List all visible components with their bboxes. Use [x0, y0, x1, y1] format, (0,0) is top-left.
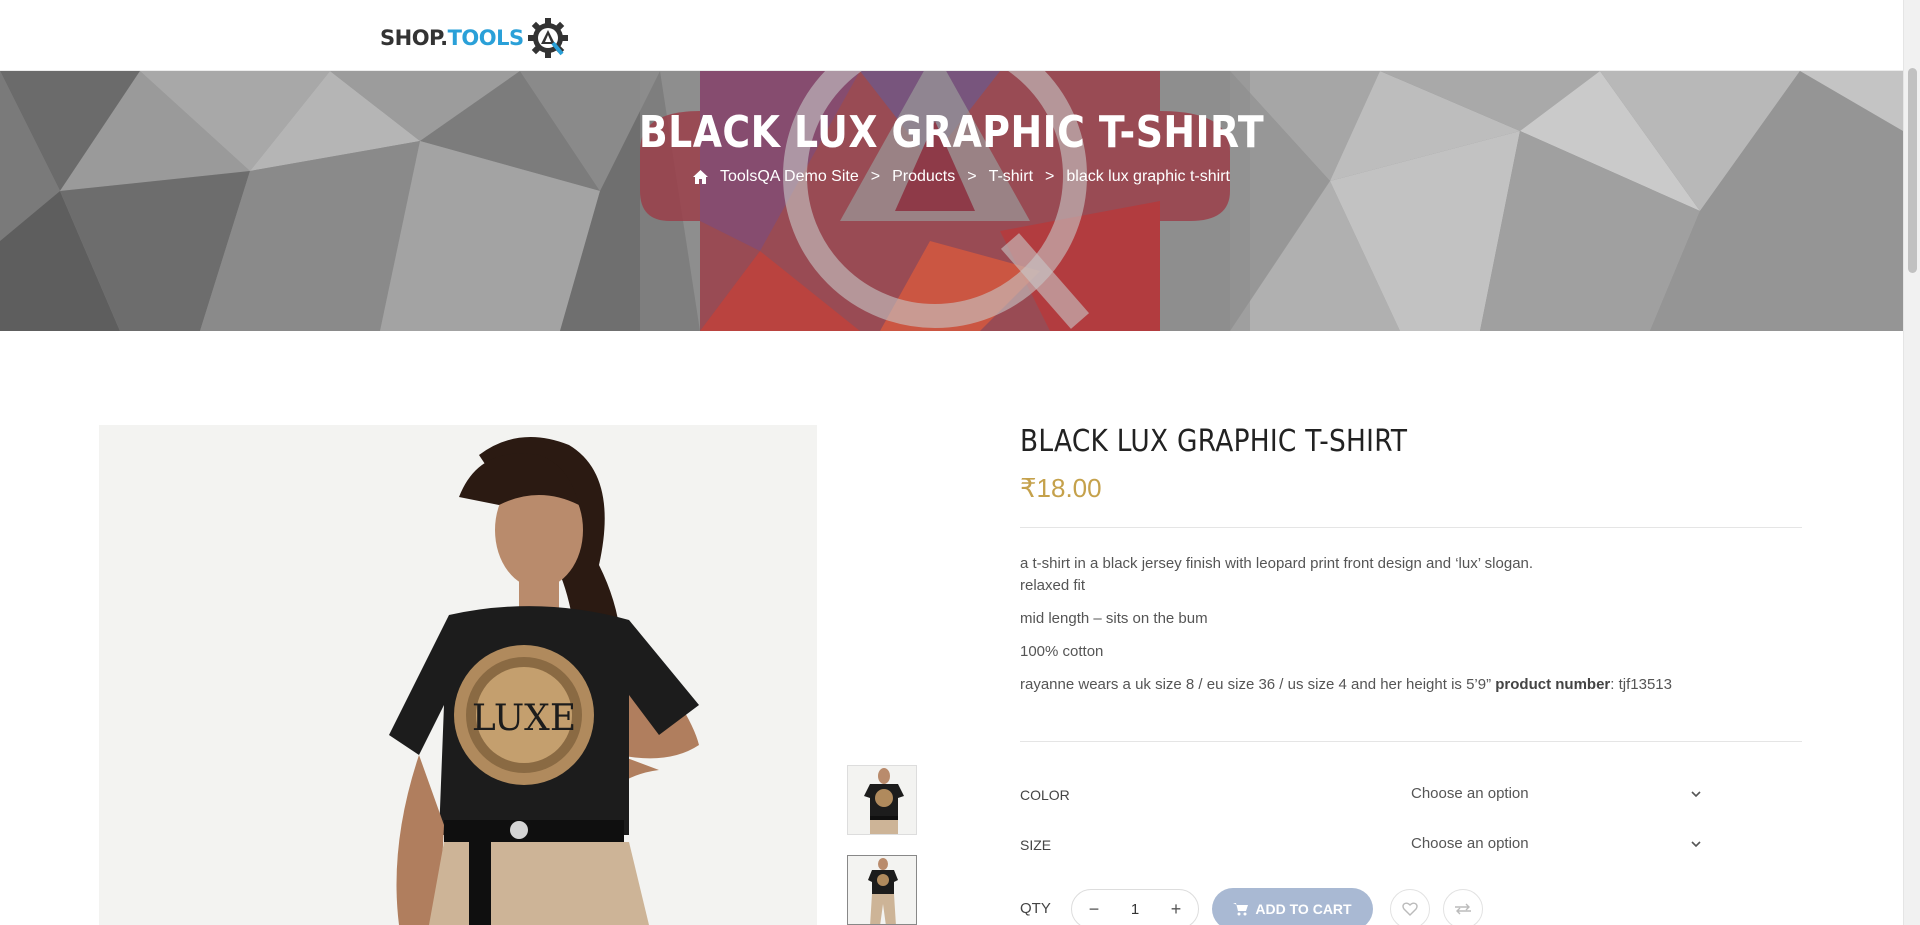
color-label: COLOR: [1020, 787, 1070, 803]
logo-text: SHOP.TOOLS: [380, 26, 524, 50]
breadcrumb-tshirt-link[interactable]: T-shirt: [989, 168, 1033, 186]
logo-text-accent: TOOLS: [447, 26, 525, 50]
qty-label: QTY: [1020, 900, 1051, 917]
chevron-down-icon: [1691, 840, 1701, 847]
add-to-cart-button[interactable]: ADD TO CART: [1212, 888, 1373, 925]
gear-logo-icon: [527, 18, 568, 58]
svg-text:LUXE: LUXE: [472, 698, 576, 739]
hero-title: BLACK LUX GRAPHIC T-SHIRT: [638, 107, 1265, 158]
chevron-down-icon: [1691, 790, 1701, 797]
site-header: SHOP.TOOLS: [0, 0, 1903, 71]
divider: [1020, 741, 1802, 742]
qty-increase-button[interactable]: +: [1168, 899, 1184, 920]
product-thumbnail[interactable]: [847, 855, 917, 925]
color-select[interactable]: Choose an option: [1411, 785, 1702, 802]
product-number-label: product number: [1495, 676, 1611, 693]
description-line: rayanne wears a uk size 8 / eu size 36 /…: [1020, 674, 1810, 696]
description-line: a t-shirt in a black jersey finish with …: [1020, 555, 1534, 572]
compare-button[interactable]: [1443, 889, 1483, 925]
product-thumbnail[interactable]: [847, 765, 917, 835]
compare-icon: [1455, 903, 1471, 915]
description-line: relaxed fit: [1020, 577, 1086, 594]
logo-text-main: SHOP.: [380, 26, 448, 50]
breadcrumb-home-link[interactable]: ToolsQA Demo Site: [720, 168, 859, 186]
description-line: mid length – sits on the bum: [1020, 610, 1208, 627]
description-line: 100% cotton: [1020, 643, 1104, 660]
product-main-image[interactable]: LUXE: [99, 425, 817, 925]
color-select-value: Choose an option: [1411, 785, 1529, 802]
product-photo: LUXE: [99, 425, 817, 925]
breadcrumb: ToolsQA Demo Site > Products > T-shirt >…: [692, 168, 1230, 186]
page-scrollbar[interactable]: [1903, 0, 1920, 925]
qty-decrease-button[interactable]: −: [1086, 899, 1102, 920]
breadcrumb-current: black lux graphic t-shirt: [1066, 168, 1230, 185]
size-label: SIZE: [1020, 837, 1052, 853]
product-number-value: : tjf13513: [1610, 676, 1672, 693]
hero-banner: BLACK LUX GRAPHIC T-SHIRT ToolsQA Demo S…: [0, 71, 1903, 331]
site-logo[interactable]: SHOP.TOOLS: [380, 16, 570, 60]
size-select[interactable]: Choose an option: [1411, 835, 1702, 852]
thumbnail-image: [848, 766, 916, 834]
product-title: BLACK LUX GRAPHIC T-SHIRT: [1020, 424, 1408, 459]
add-to-cart-label: ADD TO CART: [1255, 901, 1352, 917]
cart-icon: [1233, 903, 1249, 916]
product-price: ₹18.00: [1020, 473, 1102, 503]
heart-icon: [1402, 902, 1418, 916]
quantity-stepper: − 1 +: [1071, 889, 1199, 925]
qty-input[interactable]: 1: [1115, 901, 1155, 918]
size-select-value: Choose an option: [1411, 835, 1529, 852]
scrollbar-thumb[interactable]: [1908, 68, 1917, 273]
description-text: rayanne wears a uk size 8 / eu size 36 /…: [1020, 676, 1496, 693]
divider: [1020, 527, 1802, 528]
breadcrumb-separator: >: [967, 168, 977, 185]
thumbnail-image: [848, 856, 916, 924]
breadcrumb-products-link[interactable]: Products: [892, 168, 955, 186]
wishlist-button[interactable]: [1390, 889, 1430, 925]
home-icon[interactable]: [692, 169, 709, 185]
product-description: a t-shirt in a black jersey finish with …: [1020, 553, 1810, 707]
breadcrumb-separator: >: [1045, 168, 1055, 185]
breadcrumb-separator: >: [870, 168, 881, 185]
